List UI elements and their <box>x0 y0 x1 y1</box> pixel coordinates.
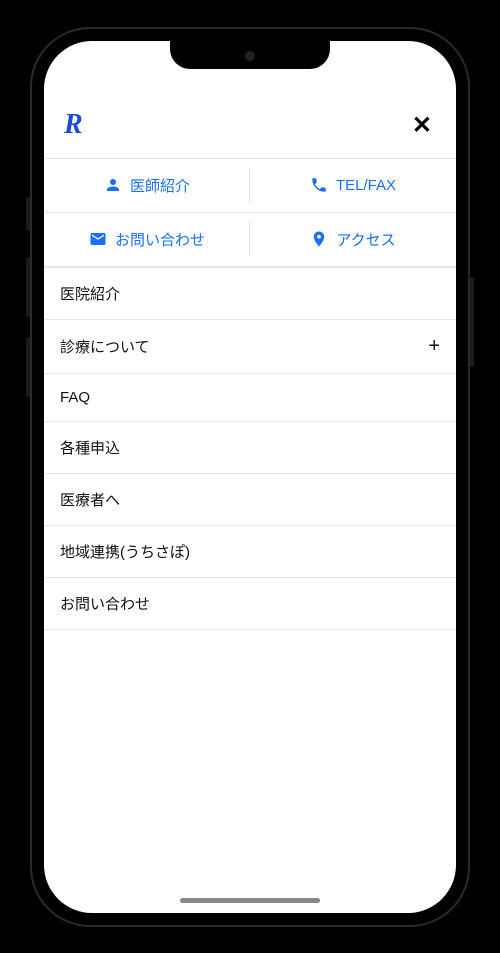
menu-list: 医院紹介 診療について + FAQ 各種申込 医療者へ 地域連携(うちさぽ) <box>44 267 456 630</box>
header: R ✕ <box>44 101 456 158</box>
wifi-icon <box>380 51 396 63</box>
quick-link-access[interactable]: アクセス <box>250 213 456 266</box>
volume-button <box>26 197 30 231</box>
menu-item-label: 診療について <box>60 336 150 357</box>
home-indicator[interactable] <box>180 898 320 903</box>
menu-item-label: お問い合わせ <box>60 593 150 614</box>
battery-icon <box>402 51 428 63</box>
quick-link-contact[interactable]: お問い合わせ <box>44 213 250 266</box>
menu-item-label: 各種申込 <box>60 437 120 458</box>
mail-icon <box>89 230 107 248</box>
menu-item-medical-staff[interactable]: 医療者へ <box>44 474 456 526</box>
quick-link-label: TEL/FAX <box>336 177 396 194</box>
signal-icon <box>356 51 374 63</box>
camera-dot <box>245 51 255 61</box>
volume-button <box>26 257 30 317</box>
quick-link-label: お問い合わせ <box>115 229 205 250</box>
power-button <box>470 277 474 367</box>
quick-link-telfax[interactable]: TEL/FAX <box>250 159 456 213</box>
person-icon <box>104 176 122 194</box>
phone-icon <box>310 176 328 194</box>
phone-frame: R ✕ 医師紹介 TEL/FAX お問い合わせ アクセス <box>30 27 470 927</box>
menu-item-faq[interactable]: FAQ <box>44 374 456 422</box>
menu-item-regional[interactable]: 地域連携(うちさぽ) <box>44 526 456 578</box>
menu-item-applications[interactable]: 各種申込 <box>44 422 456 474</box>
status-bar <box>328 41 456 73</box>
pin-icon <box>310 230 328 248</box>
plus-icon: + <box>428 335 440 358</box>
menu-item-label: 医療者へ <box>60 489 120 510</box>
volume-button <box>26 337 30 397</box>
menu-item-label: FAQ <box>60 389 90 406</box>
close-button[interactable]: ✕ <box>408 107 436 144</box>
quick-link-label: アクセス <box>336 229 395 250</box>
menu-item-contact[interactable]: お問い合わせ <box>44 578 456 630</box>
menu-item-clinic[interactable]: 医院紹介 <box>44 268 456 320</box>
quick-links: 医師紹介 TEL/FAX お問い合わせ アクセス <box>44 158 456 267</box>
quick-link-label: 医師紹介 <box>130 175 190 196</box>
screen: R ✕ 医師紹介 TEL/FAX お問い合わせ アクセス <box>44 41 456 913</box>
menu-item-treatment[interactable]: 診療について + <box>44 320 456 374</box>
menu-item-label: 地域連携(うちさぽ) <box>60 541 190 562</box>
logo[interactable]: R <box>64 109 83 141</box>
quick-link-doctors[interactable]: 医師紹介 <box>44 159 250 213</box>
menu-item-label: 医院紹介 <box>60 283 120 304</box>
